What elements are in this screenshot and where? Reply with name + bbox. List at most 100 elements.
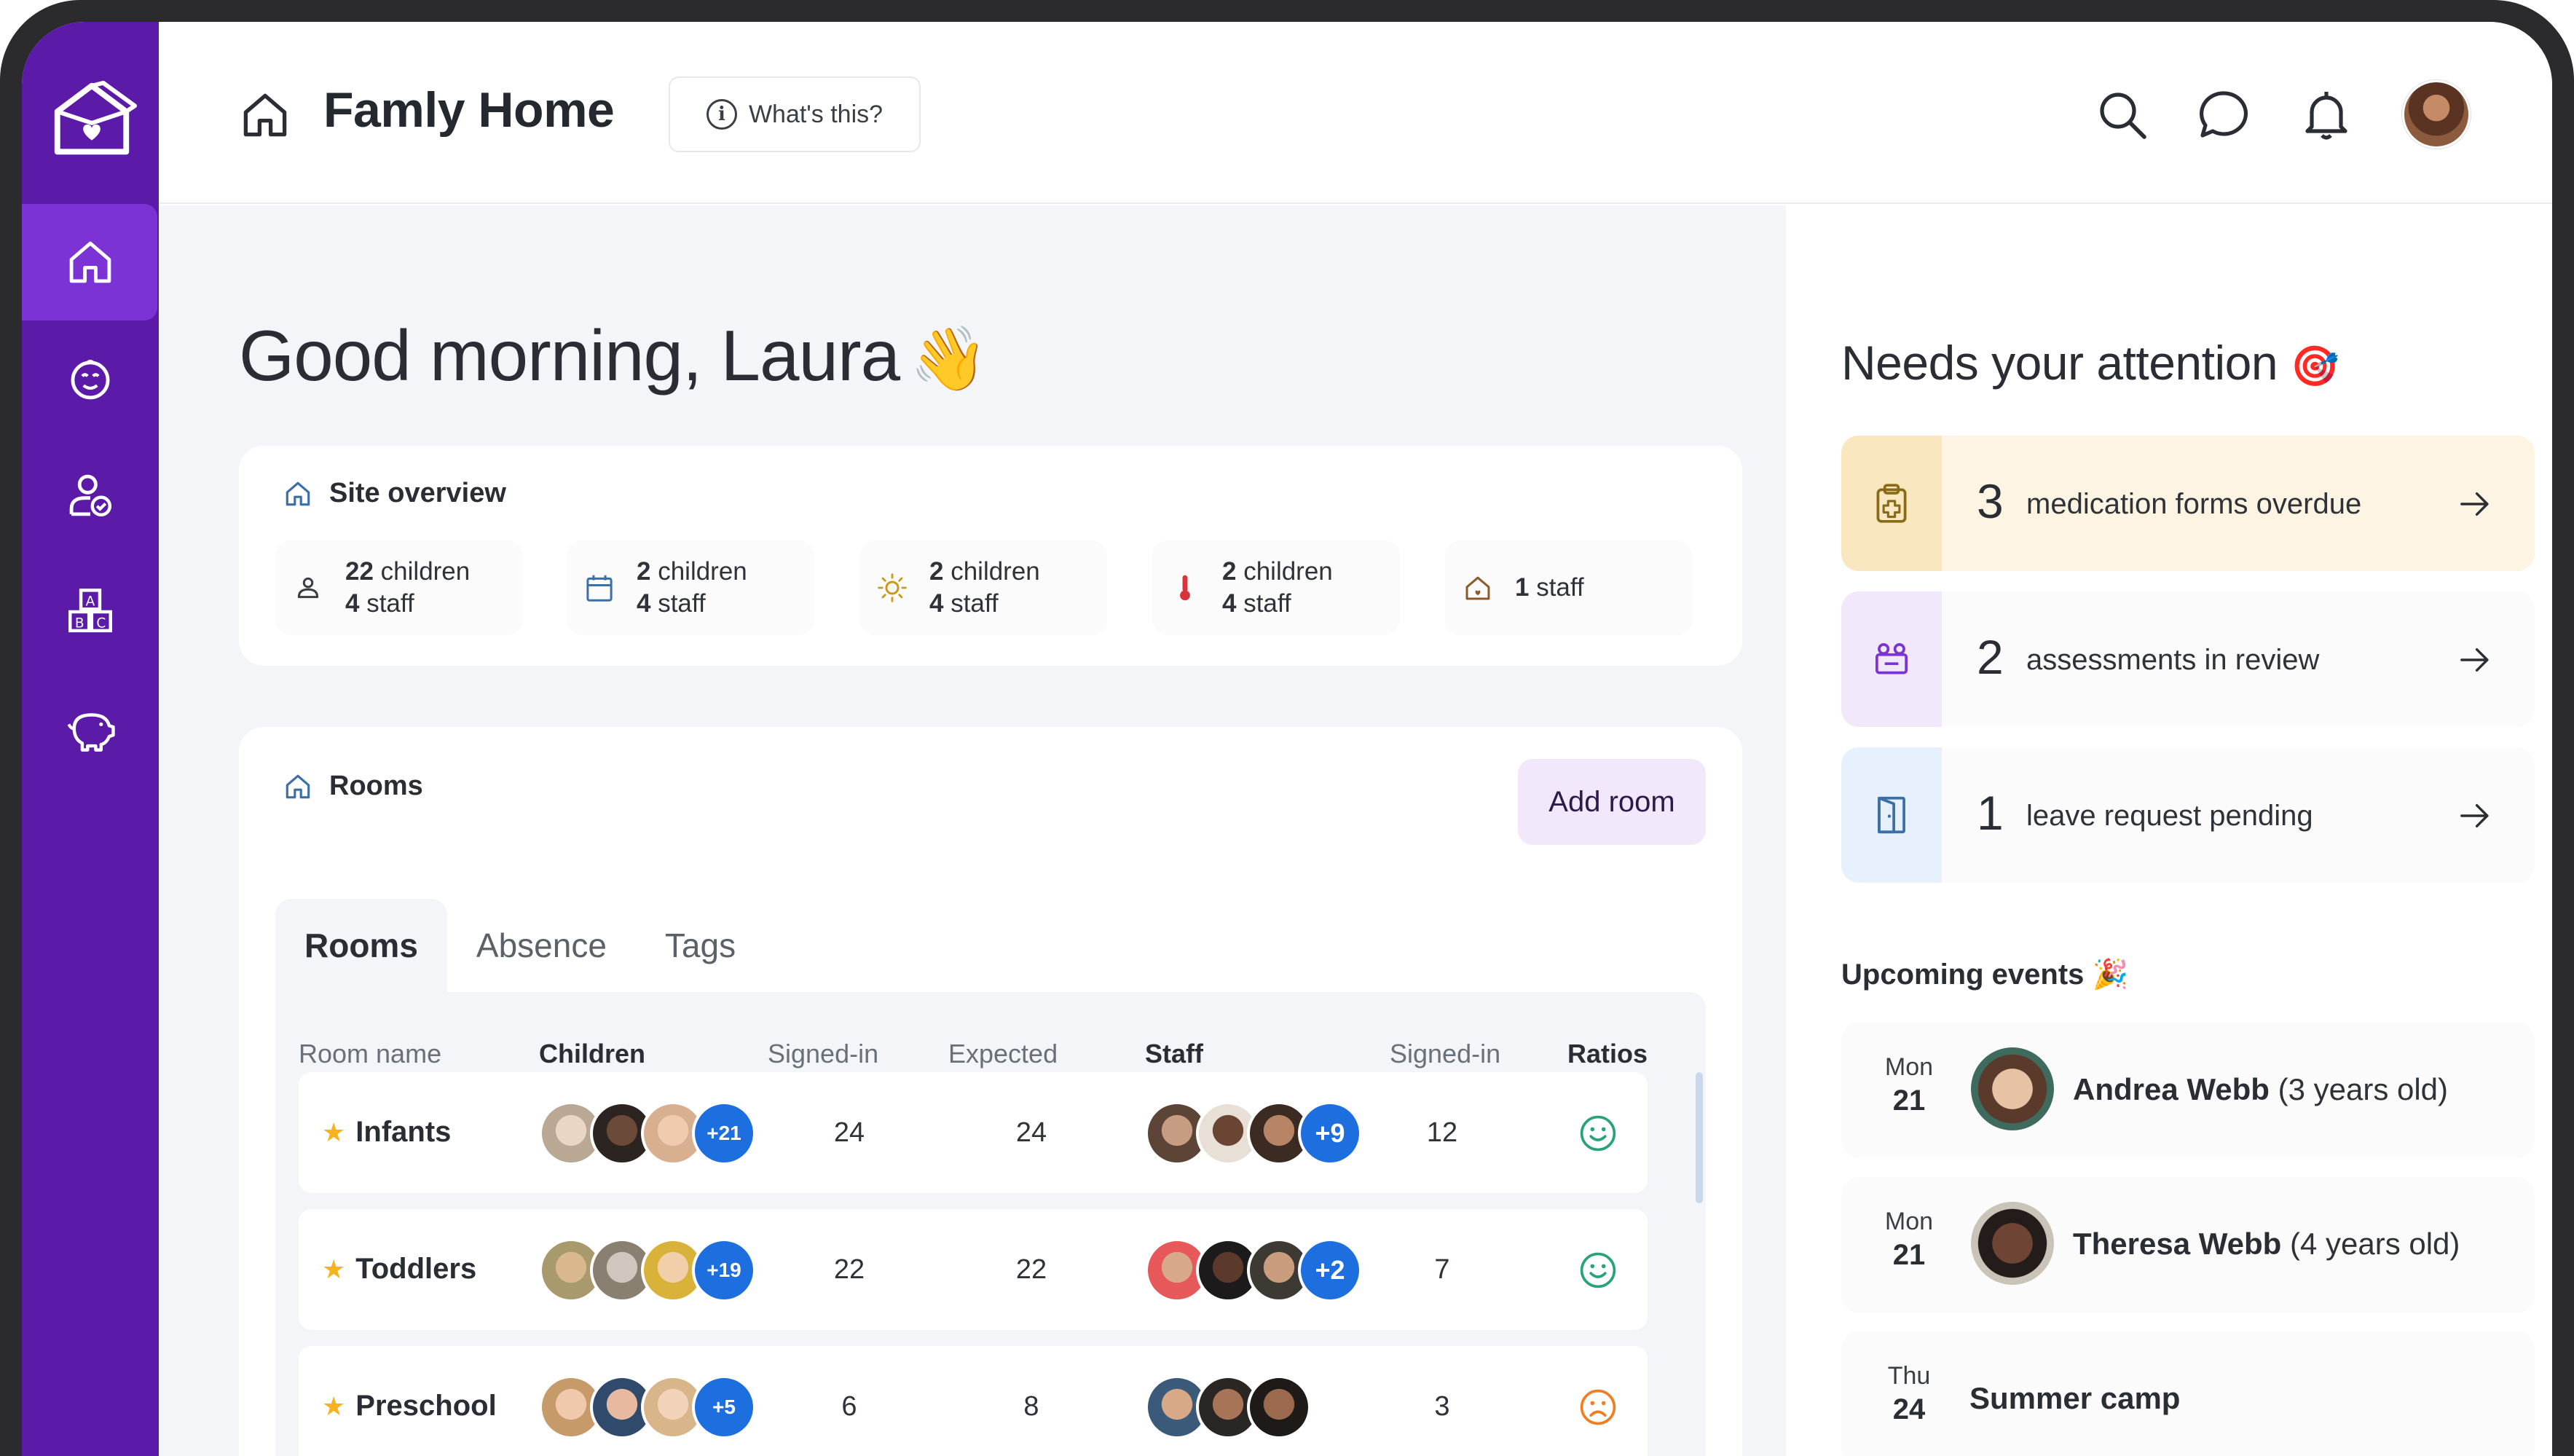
- arrow-right-icon[interactable]: [2456, 485, 2494, 523]
- house-icon: [1465, 576, 1490, 600]
- event-title: Andrea Webb (3 years old): [2073, 1072, 2448, 1107]
- stat-staff-label: staff: [658, 589, 706, 618]
- home-icon: [69, 241, 111, 283]
- staff-check-icon: [69, 474, 112, 517]
- column-header-ratios[interactable]: Ratios: [1567, 1039, 1648, 1069]
- column-header-room-name[interactable]: Room name: [299, 1039, 441, 1069]
- abc-blocks-icon: AB C: [68, 589, 112, 633]
- top-header: Famly Home i What's this?: [159, 22, 2552, 204]
- svg-text:A: A: [86, 594, 95, 610]
- bell-icon[interactable]: [2297, 86, 2355, 144]
- app-screen: ABC Famly Home i What's this? Good morni…: [22, 22, 2552, 1456]
- upcoming-events-label: Upcoming events: [1841, 959, 2085, 991]
- stat-tile[interactable]: 1 staff: [1445, 540, 1693, 635]
- attention-label: medication forms overdue: [2026, 488, 2362, 520]
- happy-face-icon: [1580, 1115, 1616, 1152]
- room-name: ★ Preschool: [322, 1390, 497, 1422]
- greeting-text: Good morning, Laura: [239, 315, 900, 396]
- rooms-tabs: Rooms Absence Tags: [275, 899, 765, 992]
- sun-icon: [878, 573, 907, 602]
- tab-absence[interactable]: Absence: [447, 899, 636, 992]
- event-item[interactable]: Mon 21 Theresa Webb (4 years old): [1841, 1177, 2535, 1313]
- more-staff-badge[interactable]: +9: [1298, 1101, 1362, 1165]
- stat-staff-count: 4: [345, 589, 360, 618]
- iconbox: [1841, 436, 1942, 571]
- home-icon: [243, 93, 287, 137]
- attention-count: 2: [1977, 630, 2004, 684]
- whats-this-button[interactable]: i What's this?: [669, 76, 921, 152]
- table-row[interactable]: ★ Infants +21 24 24 +9 12: [299, 1072, 1648, 1193]
- event-day: Thu: [1887, 1362, 1931, 1390]
- avatar: [1971, 1202, 2054, 1285]
- event-item[interactable]: Mon 21 Andrea Webb (3 years old): [1841, 1023, 2535, 1158]
- site-overview-title: Site overview: [329, 478, 506, 508]
- home-icon: [286, 481, 310, 505]
- children-signed-in: 24: [833, 1117, 865, 1148]
- attention-item-assessments[interactable]: 2 assessments in review: [1841, 591, 2535, 727]
- main-content: Good morning, Laura 👋 Site overview 22 ch…: [159, 205, 1786, 1456]
- upcoming-events-title: Upcoming events 🎉: [1841, 957, 2128, 991]
- sidebar-item-staff[interactable]: [22, 437, 159, 554]
- rooms-title: Rooms: [329, 771, 423, 801]
- iconbox: [1841, 747, 1942, 883]
- arrow-right-icon[interactable]: [2456, 641, 2494, 679]
- add-room-button[interactable]: Add room: [1518, 759, 1706, 845]
- user-avatar[interactable]: [2402, 80, 2471, 149]
- sidebar-item-home[interactable]: [22, 204, 159, 320]
- event-title: Summer camp: [1969, 1381, 2181, 1415]
- attention-item-leave[interactable]: 1 leave request pending: [1841, 747, 2535, 883]
- table-scrollbar[interactable]: [1696, 1072, 1703, 1203]
- site-overview-header: Site overview: [283, 478, 506, 509]
- chat-icon[interactable]: [2195, 86, 2254, 144]
- stat-children-label: children: [951, 557, 1040, 586]
- piggy-bank-icon: [67, 713, 115, 752]
- event-item[interactable]: Thu 24 Summer camp: [1841, 1331, 2535, 1456]
- table-row[interactable]: ★ Toddlers +19 22 22 +2 7: [299, 1209, 1648, 1330]
- column-header-expected[interactable]: Expected: [948, 1039, 1058, 1069]
- column-header-staff[interactable]: Staff: [1145, 1039, 1203, 1069]
- table-row[interactable]: ★ Preschool +5 6 8 3: [299, 1346, 1648, 1456]
- room-name-label: Preschool: [355, 1390, 497, 1422]
- greeting-heading: Good morning, Laura 👋: [239, 315, 988, 397]
- star-icon: ★: [322, 1254, 346, 1284]
- stat-tile[interactable]: 22 children 4 staff: [275, 540, 523, 635]
- sidebar-item-finance[interactable]: [22, 670, 159, 787]
- baby-face-icon: [71, 359, 110, 400]
- person-icon: [297, 577, 319, 599]
- stat-children-count: 2: [637, 557, 651, 586]
- wave-emoji: 👋: [910, 324, 988, 394]
- column-header-children-signed-in[interactable]: Signed-in: [768, 1039, 878, 1069]
- calendar-icon: [586, 575, 613, 602]
- rooms-header: Rooms: [283, 771, 423, 802]
- famly-logo-icon[interactable]: [46, 74, 138, 166]
- column-header-staff-signed-in[interactable]: Signed-in: [1390, 1039, 1500, 1069]
- stat-tile[interactable]: 2 children 4 staff: [1152, 540, 1400, 635]
- more-children-badge[interactable]: +5: [692, 1375, 756, 1439]
- sidebar-item-children[interactable]: [22, 320, 159, 437]
- more-staff-badge[interactable]: +2: [1298, 1238, 1362, 1302]
- stat-tile[interactable]: 2 children 4 staff: [567, 540, 814, 635]
- stat-tile[interactable]: 2 children 4 staff: [859, 540, 1107, 635]
- stat-staff-count: 4: [1222, 589, 1237, 618]
- event-date-number: 21: [1892, 1239, 1926, 1271]
- sidebar-item-learning[interactable]: ABC: [22, 554, 159, 670]
- children-expected: 8: [1023, 1391, 1039, 1422]
- attention-count: 3: [1977, 474, 2004, 528]
- avatar: [1971, 1047, 2054, 1130]
- more-children-badge[interactable]: +19: [692, 1238, 756, 1302]
- children-signed-in: 6: [841, 1391, 857, 1422]
- tab-rooms[interactable]: Rooms: [275, 899, 447, 992]
- door-icon: [1878, 796, 1905, 834]
- attention-item-medication[interactable]: 3 medication forms overdue: [1841, 436, 2535, 571]
- star-icon: ★: [322, 1390, 346, 1421]
- home-icon: [286, 774, 310, 798]
- event-date-number: 24: [1892, 1393, 1926, 1425]
- search-icon[interactable]: [2093, 86, 2152, 144]
- children-signed-in: 22: [833, 1254, 865, 1285]
- stat-staff-label: staff: [1536, 573, 1584, 602]
- column-header-children[interactable]: Children: [539, 1039, 645, 1069]
- stat-staff-label: staff: [1243, 589, 1291, 618]
- more-children-badge[interactable]: +21: [692, 1101, 756, 1165]
- tab-tags[interactable]: Tags: [636, 899, 765, 992]
- arrow-right-icon[interactable]: [2456, 797, 2494, 835]
